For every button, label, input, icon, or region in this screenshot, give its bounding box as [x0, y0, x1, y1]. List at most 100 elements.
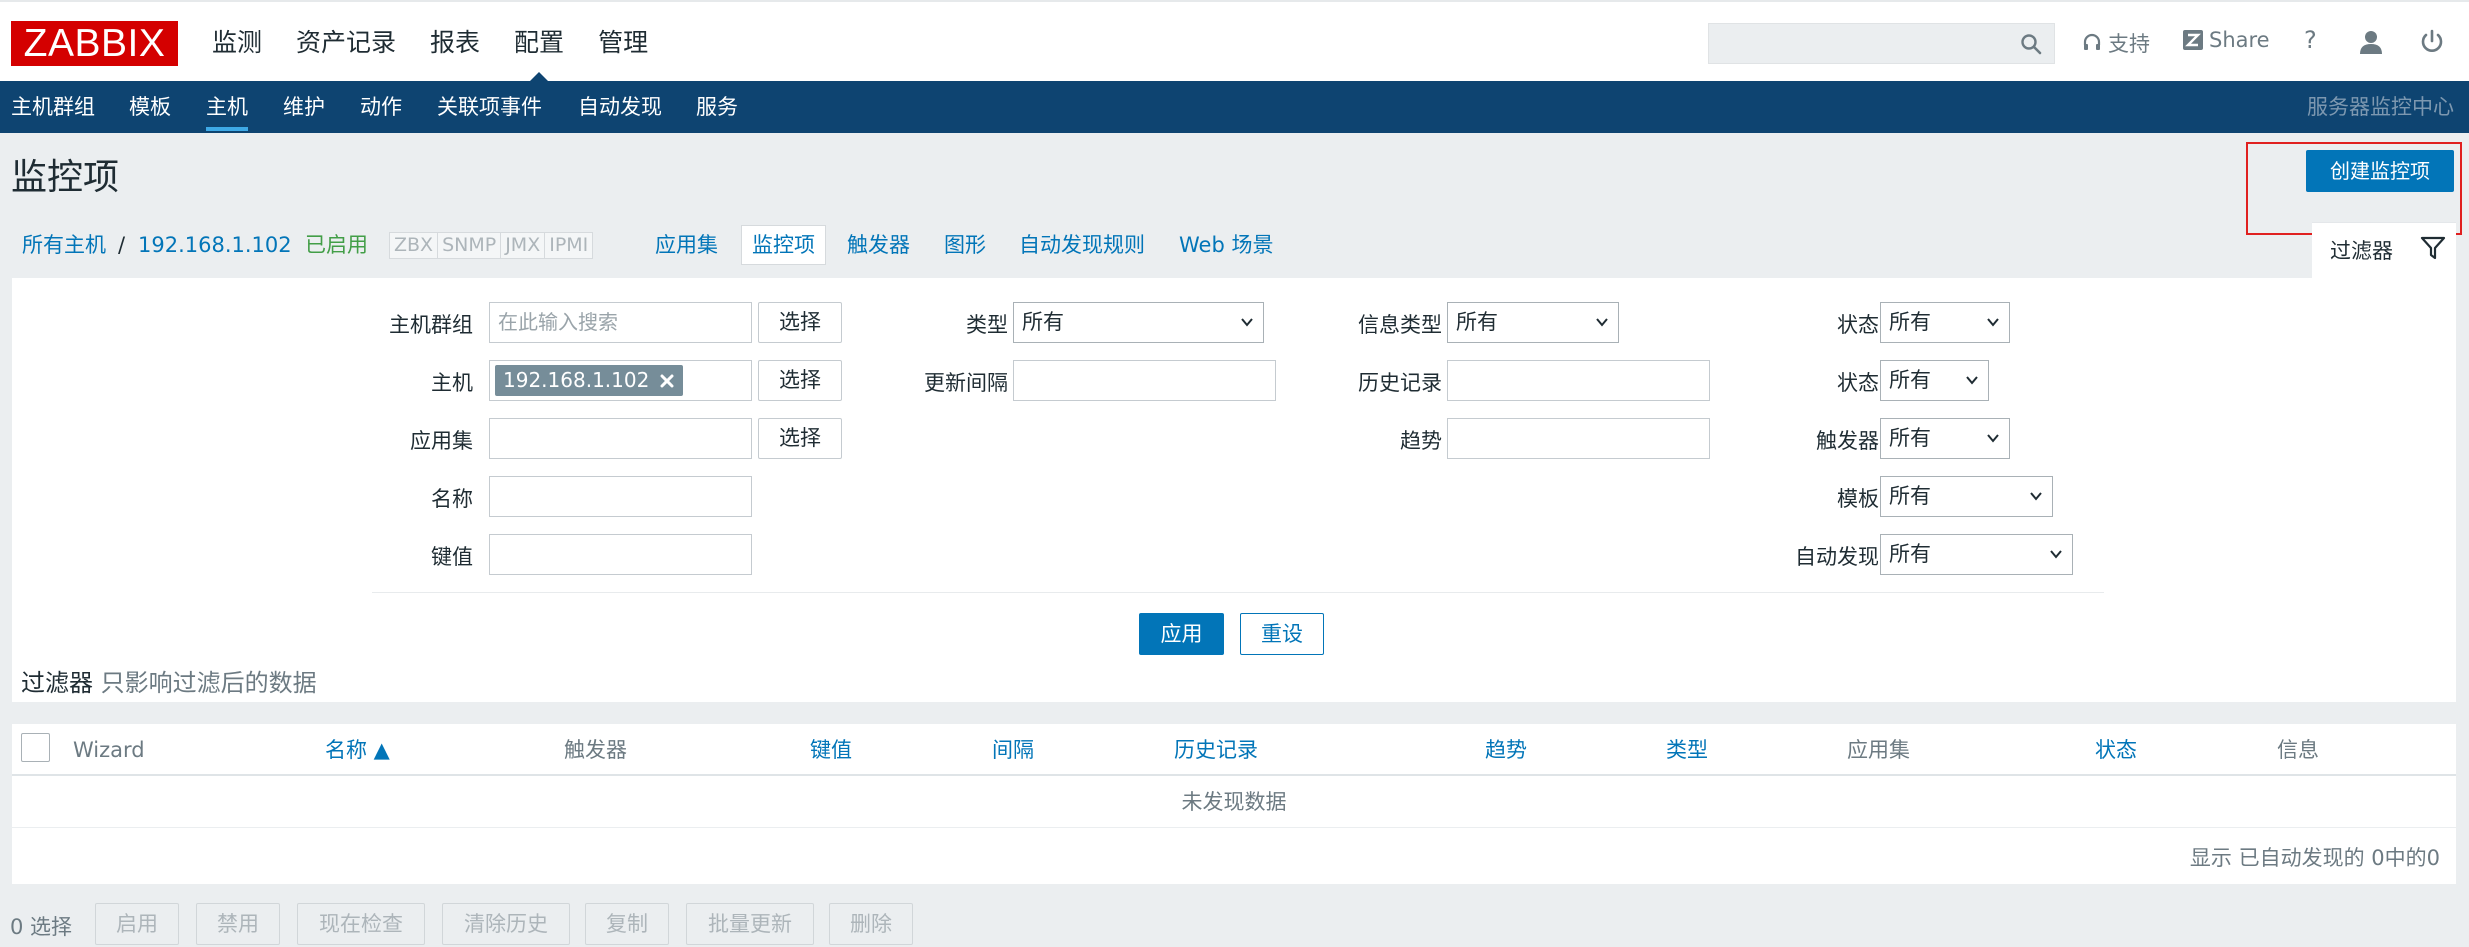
filter-interval-label: 更新间隔	[924, 371, 1008, 395]
filter-application-label: 应用集	[410, 429, 473, 453]
interface-tag-jmx: JMX	[500, 232, 546, 259]
user-profile-icon[interactable]	[2357, 28, 2385, 56]
tab-discovery-rules[interactable]: 自动发现规则	[1019, 222, 1145, 268]
filter-key-input[interactable]	[489, 534, 752, 575]
breadcrumb-host[interactable]: 192.168.1.102	[138, 222, 292, 268]
support-label: 支持	[2108, 32, 2150, 56]
interface-tag-ipmi: IPMI	[544, 232, 594, 259]
filter-discovery-select[interactable]: 所有	[1880, 534, 2073, 575]
top-menu-inventory[interactable]: 资产记录	[279, 2, 413, 83]
filter-status-select[interactable]: 所有	[1880, 360, 1989, 401]
column-applications: 应用集	[1847, 738, 1910, 762]
sub-menu-correlation[interactable]: 关联项事件	[437, 81, 542, 133]
filter-divider	[372, 592, 2104, 593]
filter-state-select[interactable]: 所有	[1880, 302, 2010, 343]
sub-menu-discovery[interactable]: 自动发现	[578, 81, 662, 133]
filter-interval-input[interactable]	[1013, 360, 1276, 401]
sub-menu-host-groups[interactable]: 主机群组	[11, 81, 95, 133]
sub-menu-hosts[interactable]: 主机	[206, 81, 248, 133]
filter-info-type-select[interactable]: 所有	[1447, 302, 1619, 343]
tab-web-scenarios[interactable]: Web 场景	[1179, 222, 1273, 268]
tab-triggers[interactable]: 触发器	[847, 222, 910, 268]
support-link[interactable]: 支持	[2082, 28, 2150, 58]
tab-items[interactable]: 监控项	[741, 225, 826, 265]
filter-panel: 主机群组 在此输入搜索 选择 主机 192.168.1.102 选择 应用集 选…	[12, 278, 2456, 702]
no-data-row: 未发现数据	[12, 777, 2456, 828]
breadcrumb-separator: /	[118, 233, 126, 257]
sub-menu-services[interactable]: 服务	[696, 81, 738, 133]
filter-reset-button[interactable]: 重设	[1240, 613, 1324, 655]
filter-toggle-tab[interactable]: 过滤器	[2312, 222, 2456, 279]
sign-out-icon[interactable]	[2418, 28, 2446, 56]
check-now-button[interactable]: 现在检查	[297, 903, 425, 945]
chip-remove-icon[interactable]	[659, 373, 675, 389]
mass-update-button[interactable]: 批量更新	[686, 903, 814, 945]
top-menu-reports[interactable]: 报表	[413, 2, 497, 83]
tab-graphs[interactable]: 图形	[944, 222, 986, 268]
host-group-select-button[interactable]: 选择	[758, 302, 842, 343]
host-chip-label: 192.168.1.102	[503, 368, 650, 392]
items-table: Wizard 名称 ▲ 触发器 键值 间隔 历史记录 趋势 类型 应用集 状态 …	[12, 724, 2456, 884]
filter-name-input[interactable]	[489, 476, 752, 517]
top-menu-monitoring[interactable]: 监测	[195, 2, 279, 83]
filter-host-input[interactable]: 192.168.1.102	[489, 360, 752, 401]
sub-menu-maintenance[interactable]: 维护	[283, 81, 325, 133]
share-z-icon	[2183, 30, 2203, 50]
filter-state-value: 所有	[1889, 310, 1931, 334]
disable-button[interactable]: 禁用	[196, 903, 280, 945]
filter-discovery-label: 自动发现	[1795, 545, 1879, 569]
breadcrumb-all-hosts[interactable]: 所有主机	[22, 222, 106, 268]
column-history[interactable]: 历史记录	[1174, 724, 1258, 776]
filter-apply-button[interactable]: 应用	[1139, 613, 1224, 655]
global-search-input[interactable]	[1708, 23, 2055, 64]
column-type[interactable]: 类型	[1666, 724, 1708, 776]
column-name[interactable]: 名称 ▲	[325, 724, 390, 776]
copy-button[interactable]: 复制	[585, 903, 669, 945]
host-select-button[interactable]: 选择	[758, 360, 842, 401]
application-select-button[interactable]: 选择	[758, 418, 842, 459]
top-header: ZABBIX 监测 资产记录 报表 配置 管理 支持 Share ?	[0, 0, 2469, 83]
zabbix-logo[interactable]: ZABBIX	[11, 21, 178, 66]
filter-host-group-input[interactable]: 在此输入搜索	[489, 302, 752, 343]
column-key[interactable]: 键值	[810, 724, 852, 776]
filter-note: 过滤器 只影响过滤后的数据	[21, 663, 317, 698]
filter-trends-label: 趋势	[1400, 429, 1442, 453]
column-status[interactable]: 状态	[2095, 724, 2137, 776]
table-header: Wizard 名称 ▲ 触发器 键值 间隔 历史记录 趋势 类型 应用集 状态 …	[12, 724, 2456, 776]
filter-triggers-select[interactable]: 所有	[1880, 418, 2010, 459]
chevron-down-icon	[1987, 318, 1999, 327]
column-interval[interactable]: 间隔	[992, 724, 1034, 776]
filter-status-label: 状态	[1837, 371, 1879, 395]
host-status-enabled[interactable]: 已启用	[305, 222, 368, 268]
delete-button[interactable]: 删除	[829, 903, 913, 945]
filter-application-input[interactable]	[489, 418, 752, 459]
top-menu-administration[interactable]: 管理	[581, 2, 665, 83]
filter-template-value: 所有	[1889, 484, 1931, 508]
filter-trends-input[interactable]	[1447, 418, 1710, 459]
share-link[interactable]: Share	[2183, 28, 2270, 52]
sub-menu: 主机群组 模板 主机 维护 动作 关联项事件 自动发现 服务 服务器监控中心	[0, 81, 2469, 133]
sub-menu-templates[interactable]: 模板	[129, 81, 171, 133]
clear-history-button[interactable]: 清除历史	[442, 903, 570, 945]
filter-note-text: 只影响过滤后的数据	[100, 669, 317, 697]
select-all-checkbox[interactable]	[21, 733, 50, 762]
tab-applications[interactable]: 应用集	[655, 222, 718, 268]
funnel-icon	[2420, 236, 2446, 260]
filter-tab-label: 过滤器	[2330, 239, 2393, 263]
column-wizard: Wizard	[73, 738, 145, 762]
column-triggers: 触发器	[564, 738, 627, 762]
filter-template-select[interactable]: 所有	[1880, 476, 2053, 517]
page-title: 监控项	[11, 157, 120, 198]
filter-history-label: 历史记录	[1358, 371, 1442, 395]
filter-history-input[interactable]	[1447, 360, 1710, 401]
interface-tags: ZBX SNMP JMX IPMI	[389, 232, 594, 259]
enable-button[interactable]: 启用	[95, 903, 179, 945]
filter-type-value: 所有	[1022, 310, 1064, 334]
chevron-down-icon	[1241, 318, 1253, 327]
top-menu-configuration[interactable]: 配置	[497, 2, 581, 83]
column-trends[interactable]: 趋势	[1485, 724, 1527, 776]
help-link[interactable]: ?	[2304, 26, 2317, 54]
search-icon[interactable]	[2020, 33, 2042, 55]
sub-menu-actions[interactable]: 动作	[360, 81, 402, 133]
filter-type-select[interactable]: 所有	[1013, 302, 1264, 343]
